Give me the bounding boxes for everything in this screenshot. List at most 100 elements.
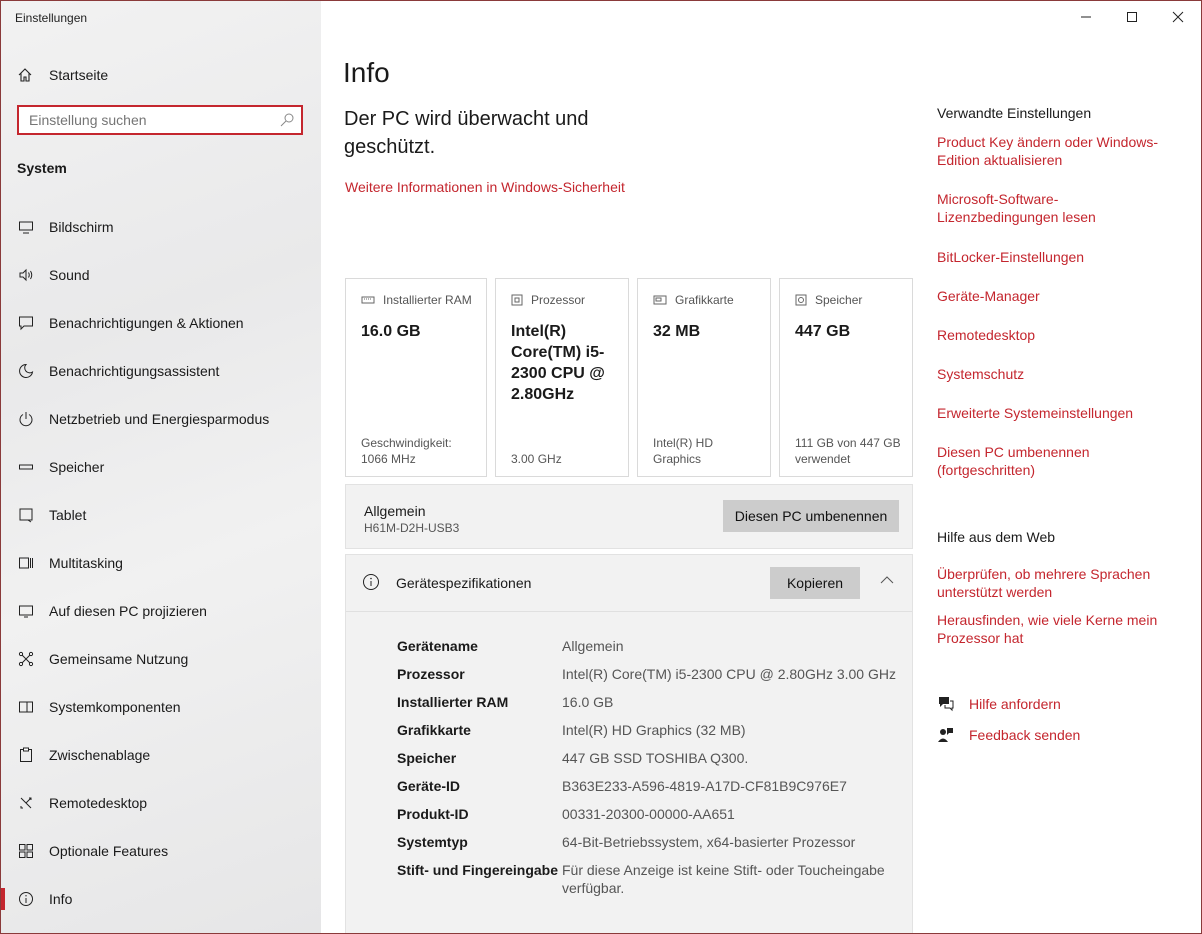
sidebar-item-tablet[interactable]: Tablet	[1, 491, 321, 539]
card-subtext: Geschwindigkeit: 1066 MHz	[361, 436, 452, 466]
spec-row: Installierter RAM 16.0 GB	[397, 693, 897, 711]
disk-icon	[795, 294, 807, 306]
window-title: Einstellungen	[15, 11, 88, 25]
link-remote-desktop[interactable]: Remotedesktop	[937, 326, 1172, 344]
spec-key: Systemtyp	[397, 834, 468, 850]
search-input[interactable]	[19, 107, 269, 133]
sidebar-item-benachrichtigungsassistent[interactable]: Benachrichtigungsassistent	[1, 347, 321, 395]
sidebar-item-netzbetrieb[interactable]: Netzbetrieb und Energiesparmodus	[1, 395, 321, 443]
info-icon	[17, 890, 35, 908]
spec-value: Intel(R) HD Graphics (32 MB)	[562, 722, 746, 738]
card-label: Installierter RAM	[383, 293, 472, 307]
sidebar-item-benachrichtigungen[interactable]: Benachrichtigungen & Aktionen	[1, 299, 321, 347]
card-ram: Installierter RAM 16.0 GB Geschwindigkei…	[345, 278, 487, 477]
card-subtext: Intel(R) HD Graphics	[653, 436, 714, 466]
chevron-up-icon[interactable]	[880, 575, 894, 585]
sidebar-item-label: Remotedesktop	[49, 795, 148, 811]
spec-key: Grafikkarte	[397, 722, 471, 738]
card-cpu: Prozessor Intel(R) Core(TM) i5-2300 CPU …	[495, 278, 629, 477]
sidebar-item-multitasking[interactable]: Multitasking	[1, 539, 321, 587]
web-help-heading: Hilfe aus dem Web	[937, 529, 1056, 545]
link-system-protection[interactable]: Systemschutz	[937, 365, 1172, 383]
card-label: Grafikkarte	[675, 293, 734, 307]
related-heading: Verwandte Einstellungen	[937, 105, 1092, 121]
link-rename-advanced[interactable]: Diesen PC umbenennen (fortgeschritten)	[937, 443, 1172, 479]
components-icon	[17, 698, 35, 716]
sidebar-item-label: Info	[49, 891, 73, 907]
link-processor-cores[interactable]: Herausfinden, wie viele Kerne mein Proze…	[937, 611, 1172, 647]
security-status: Der PC wird überwacht und geschützt.	[344, 108, 589, 158]
card-disk: Speicher 447 GB 111 GB von 447 GB verwen…	[779, 278, 913, 477]
monitor-icon	[17, 218, 35, 236]
get-help-label: Hilfe anfordern	[969, 696, 1061, 712]
sidebar-nav: Bildschirm Sound Benachrichtigungen & Ak…	[1, 203, 321, 923]
link-languages[interactable]: Überprüfen, ob mehrere Sprachen unterstü…	[937, 565, 1172, 601]
sidebar-item-projizieren[interactable]: Auf diesen PC projizieren	[1, 587, 321, 635]
spec-row: Geräte-ID B363E233-A596-4819-A17D-CF81B9C…	[397, 777, 897, 795]
multitasking-icon	[17, 554, 35, 572]
share-icon	[17, 650, 35, 668]
spec-value: 64-Bit-Betriebssystem, x64-basierter Pro…	[562, 834, 856, 850]
sidebar-item-bildschirm[interactable]: Bildschirm	[1, 203, 321, 251]
spec-row: Prozessor Intel(R) Core(TM) i5-2300 CPU @…	[397, 665, 897, 683]
spec-value: B363E233-A596-4819-A17D-CF81B9C976E7	[562, 778, 847, 794]
page-title: Info	[343, 57, 390, 88]
settings-window: Einstellungen Startseite System Bildschi…	[0, 0, 1202, 934]
device-specs-panel: Gerätespezifikationen Kopieren Gerätenam…	[345, 554, 913, 933]
spec-key: Installierter RAM	[397, 694, 509, 710]
feedback-label: Feedback senden	[969, 727, 1081, 743]
card-gpu: Grafikkarte 32 MB Intel(R) HD Graphics	[637, 278, 771, 477]
security-link[interactable]: Weitere Informationen in Windows-Sicherh…	[345, 179, 625, 195]
spec-row: Stift- und Fingereingabe Für diese Anzeig…	[397, 861, 897, 897]
get-help-link[interactable]: Hilfe anfordern	[937, 695, 1061, 713]
card-subtext: 3.00 GHz	[511, 452, 562, 466]
section-label: System	[17, 160, 67, 176]
spec-value: 447 GB SSD TOSHIBA Q300.	[562, 750, 749, 766]
feedback-icon	[937, 726, 959, 744]
sidebar-item-sound[interactable]: Sound	[1, 251, 321, 299]
spec-row: Produkt-ID 00331-20300-00000-AA651	[397, 805, 897, 823]
ram-icon	[361, 294, 375, 306]
sidebar-item-label: Tablet	[49, 507, 87, 523]
sidebar-item-label: Auf diesen PC projizieren	[49, 603, 207, 619]
feedback-link[interactable]: Feedback senden	[937, 726, 1080, 744]
sidebar-item-zwischenablage[interactable]: Zwischenablage	[1, 731, 321, 779]
specs-header[interactable]: Gerätespezifikationen Kopieren	[346, 555, 912, 612]
sidebar-item-speicher[interactable]: Speicher	[1, 443, 321, 491]
sidebar-item-remotedesktop[interactable]: Remotedesktop	[1, 779, 321, 827]
sidebar-item-label: Multitasking	[49, 555, 123, 571]
card-label: Prozessor	[531, 293, 586, 307]
home-link[interactable]: Startseite	[17, 64, 108, 86]
spec-key: Geräte-ID	[397, 778, 461, 794]
sidebar-item-gemeinsame-nutzung[interactable]: Gemeinsame Nutzung	[1, 635, 321, 683]
spec-value: Intel(R) Core(TM) i5-2300 CPU @ 2.80GHz …	[562, 666, 896, 682]
link-device-manager[interactable]: Geräte-Manager	[937, 287, 1172, 305]
specs-list: Gerätename Allgemein Prozessor Intel(R) Co…	[397, 637, 897, 907]
spec-row: Gerätename Allgemein	[397, 637, 897, 655]
spec-key: Speicher	[397, 750, 457, 766]
info-circle-icon	[362, 573, 380, 591]
sidebar-item-optionale-features[interactable]: Optionale Features	[1, 827, 321, 875]
help-chat-icon	[937, 695, 959, 713]
sidebar-item-label: Benachrichtigungen & Aktionen	[49, 315, 244, 331]
link-product-key[interactable]: Product Key ändern oder Windows-Edition …	[937, 133, 1172, 169]
search-icon[interactable]	[279, 112, 295, 128]
rename-pc-button[interactable]: Diesen PC umbenennen	[723, 500, 899, 532]
notification-icon	[17, 314, 35, 332]
search-box[interactable]	[17, 105, 303, 135]
speaker-icon	[17, 266, 35, 284]
sidebar-item-info[interactable]: Info	[1, 875, 321, 923]
sidebar: Einstellungen Startseite System Bildschi…	[1, 1, 321, 933]
copy-button[interactable]: Kopieren	[770, 567, 860, 599]
spec-row: Speicher 447 GB SSD TOSHIBA Q300.	[397, 749, 897, 767]
spec-key: Gerätename	[397, 638, 478, 654]
card-value: 447 GB	[795, 323, 851, 340]
sidebar-item-systemkomponenten[interactable]: Systemkomponenten	[1, 683, 321, 731]
spec-value: Für diese Anzeige ist keine Stift- oder …	[562, 862, 885, 896]
spec-key: Stift- und Fingereingabe	[397, 862, 558, 878]
sidebar-item-label: Optionale Features	[49, 843, 169, 859]
link-bitlocker[interactable]: BitLocker-Einstellungen	[937, 248, 1172, 266]
sidebar-item-label: Zwischenablage	[49, 747, 151, 763]
link-license-terms[interactable]: Microsoft-Software-Lizenzbedingungen les…	[937, 190, 1172, 226]
link-advanced-settings[interactable]: Erweiterte Systemeinstellungen	[937, 404, 1172, 422]
